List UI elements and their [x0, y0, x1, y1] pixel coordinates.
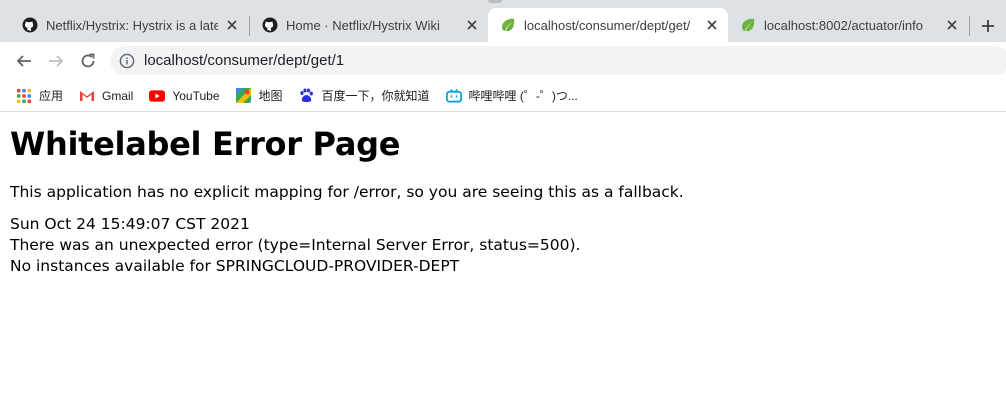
apps-grid-icon	[16, 88, 32, 104]
navigation-toolbar: localhost/consumer/dept/get/1	[0, 42, 1006, 80]
bookmark-apps[interactable]: 应用	[16, 87, 63, 104]
gmail-icon	[79, 88, 95, 104]
tab-hystrix-wiki[interactable]: Home · Netflix/Hystrix Wiki	[250, 8, 488, 42]
close-tab-icon[interactable]	[944, 17, 960, 33]
tab-strip: Netflix/Hystrix: Hystrix is a late Home …	[0, 0, 1006, 42]
tab-consumer-dept[interactable]: localhost/consumer/dept/get/	[488, 8, 728, 42]
bookmark-label: 百度一下，你就知道	[321, 89, 430, 103]
tab-title: Home · Netflix/Hystrix Wiki	[286, 17, 440, 33]
bookmark-maps[interactable]: 地图	[236, 87, 283, 104]
spring-leaf-icon	[500, 17, 516, 33]
tab-hystrix-github[interactable]: Netflix/Hystrix: Hystrix is a late	[10, 8, 248, 42]
tab-actuator-info[interactable]: localhost:8002/actuator/info	[728, 8, 968, 42]
tab-title: localhost:8002/actuator/info	[764, 17, 923, 33]
site-info-icon[interactable]	[119, 53, 135, 69]
close-tab-icon[interactable]	[464, 17, 480, 33]
page-title: Whitelabel Error Page	[10, 125, 401, 163]
tab-title: localhost/consumer/dept/get/	[524, 17, 691, 33]
reload-icon	[81, 53, 95, 68]
page-content: Whitelabel Error Page This application h…	[0, 112, 1006, 285]
url-text[interactable]: localhost/consumer/dept/get/1	[144, 52, 344, 69]
window-drag-mark	[488, 0, 502, 3]
address-bar[interactable]: localhost/consumer/dept/get/1	[110, 46, 1006, 75]
error-timestamp: Sun Oct 24 15:49:07 CST 2021	[10, 215, 250, 233]
github-icon	[22, 17, 38, 33]
spring-leaf-icon	[740, 17, 756, 33]
arrow-left-icon	[16, 55, 31, 67]
error-description: This application has no explicit mapping…	[10, 183, 684, 201]
bilibili-icon	[445, 88, 462, 104]
baidu-icon	[299, 88, 315, 104]
error-message: No instances available for SPRINGCLOUD-P…	[10, 257, 460, 275]
plus-icon	[982, 20, 994, 32]
bookmark-label: 哔哩哔哩 (゜-゜)つ...	[468, 89, 578, 103]
tab-title: Netflix/Hystrix: Hystrix is a late	[46, 17, 218, 33]
error-type-line: There was an unexpected error (type=Inte…	[10, 236, 581, 254]
bookmark-youtube[interactable]: YouTube	[149, 88, 220, 104]
bookmark-label: Gmail	[102, 88, 134, 103]
bookmark-baidu[interactable]: 百度一下，你就知道	[299, 87, 430, 104]
bookmark-label: YouTube	[172, 88, 220, 103]
bookmark-label: 地图	[258, 89, 283, 103]
forward-button[interactable]	[43, 48, 69, 74]
tab-separator	[969, 16, 970, 36]
youtube-icon	[149, 88, 166, 104]
arrow-right-icon	[49, 55, 64, 67]
bookmark-gmail[interactable]: Gmail	[79, 88, 133, 104]
back-button[interactable]	[11, 48, 37, 74]
maps-icon	[236, 88, 252, 104]
reload-button[interactable]	[75, 48, 101, 74]
new-tab-button[interactable]	[974, 12, 1002, 40]
error-details: Sun Oct 24 15:49:07 CST 2021 There was a…	[10, 214, 996, 277]
close-tab-icon[interactable]	[704, 17, 720, 33]
bookmark-bilibili[interactable]: 哔哩哔哩 (゜-゜)つ...	[445, 87, 578, 104]
bookmark-label: 应用	[39, 89, 64, 103]
browser-chrome: Netflix/Hystrix: Hystrix is a late Home …	[0, 0, 1006, 112]
close-tab-icon[interactable]	[224, 17, 240, 33]
bookmarks-bar: 应用 Gmail YouTube 地图 百度一下，你就知道 哔哩哔哩 (゜-゜)…	[0, 80, 1006, 112]
github-icon	[262, 17, 278, 33]
